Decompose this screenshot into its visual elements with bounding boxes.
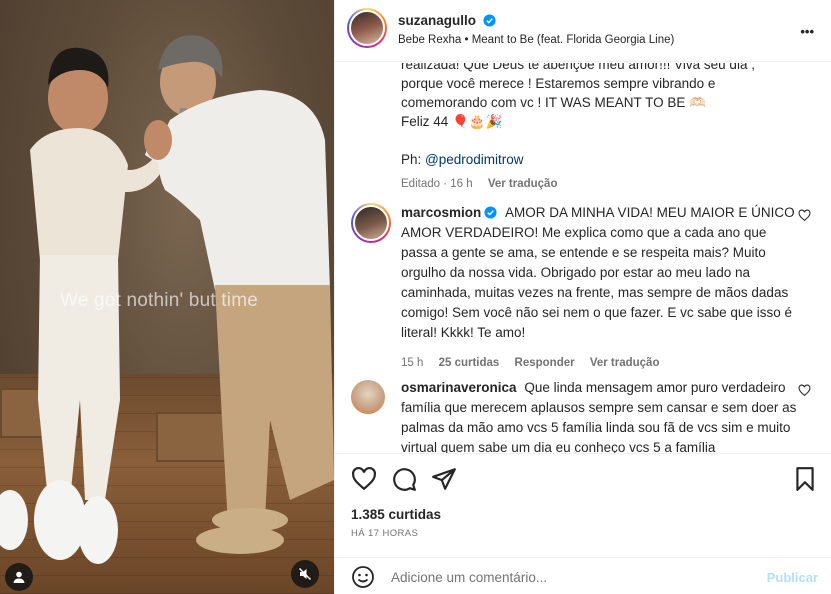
comment-item: marcosmion AMOR DA MINHA VIDA! MEU MAIOR… [351,203,821,369]
caption-line: porque você merece ! Estaremos sempre vi… [401,76,716,91]
person-icon [13,571,25,583]
edited-timestamp: Editado · 16 h [401,178,473,190]
mute-button[interactable] [291,560,319,588]
lyric-overlay: We got nothin' but time [60,290,258,311]
comment-time: 15 h [401,357,424,369]
comment-input[interactable]: Adicione um comentário... [391,570,547,585]
see-translation-button[interactable]: Ver tradução [590,357,660,369]
commenter-username[interactable]: marcosmion [401,205,481,220]
photo-credit: Ph: @pedrodimitrow [401,150,801,169]
audio-track-link[interactable]: Bebe Rexha • Meant to Be (feat. Florida … [398,34,674,46]
post-likes-count[interactable]: 1.385 curtidas [351,507,441,522]
speaker-muted-icon [299,568,311,580]
comment-meta: 15 h 25 curtidas Responder Ver tradução [401,353,803,373]
caption-line: Feliz 44 🎈🎂🎉 [401,114,503,129]
post-caption: realizada! Que Deus te abençoe meu amor!… [401,63,801,194]
caption-meta: Editado · 16 h Ver tradução [401,175,801,194]
caption-line: comemorando com vc ! IT WAS MEANT TO BE … [401,95,706,110]
post-sidebar: suzanagullo Bebe Rexha • Meant to Be (fe… [334,0,831,594]
comment-text: AMOR DA MINHA VIDA! MEU MAIOR E ÚNICO AM… [401,205,795,340]
post-header: suzanagullo Bebe Rexha • Meant to Be (fe… [335,0,831,62]
like-comment-heart-icon[interactable] [798,384,811,397]
like-comment-heart-icon[interactable] [798,209,811,222]
commenter-username[interactable]: osmarinaveronica [401,380,517,395]
author-avatar[interactable] [347,8,387,48]
publish-button[interactable]: Publicar [767,570,818,585]
verified-badge-icon [484,206,497,219]
add-comment-bar: Adicione um comentário... Publicar [335,557,831,594]
post-timestamp[interactable]: HÁ 17 HORAS [351,528,418,539]
share-paper-plane-icon[interactable] [431,466,457,492]
post-actions: 1.385 curtidas HÁ 17 HORAS Adicione um c… [335,453,831,594]
like-heart-icon[interactable] [351,466,377,492]
verified-badge-icon [483,14,496,27]
comment-item: osmarinaveronica Que linda mensagem amor… [351,378,821,453]
comment-body: osmarinaveronica Que linda mensagem amor… [401,378,803,453]
caption-line: realizada! Que Deus te abençoe meu amor!… [401,63,755,72]
save-bookmark-icon[interactable] [792,466,818,492]
comment-likes-count[interactable]: 25 curtidas [439,357,500,369]
photographer-mention-link[interactable]: @pedrodimitrow [425,152,524,167]
emoji-smiley-icon[interactable] [351,565,375,589]
more-options-icon[interactable]: ••• [800,24,814,39]
post-media[interactable]: We got nothin' but time [0,0,334,594]
comment-bubble-icon[interactable] [391,466,417,492]
see-translation-button[interactable]: Ver tradução [488,178,558,190]
user-tags-button[interactable] [5,563,33,591]
reply-button[interactable]: Responder [515,357,575,369]
photo-credit-label: Ph: [401,152,426,167]
author-username[interactable]: suzanagullo [398,13,476,28]
comment-body: marcosmion AMOR DA MINHA VIDA! MEU MAIOR… [401,203,803,373]
commenter-avatar[interactable] [351,380,385,414]
commenter-avatar[interactable] [351,203,391,243]
comments-list[interactable]: realizada! Que Deus te abençoe meu amor!… [335,63,831,453]
